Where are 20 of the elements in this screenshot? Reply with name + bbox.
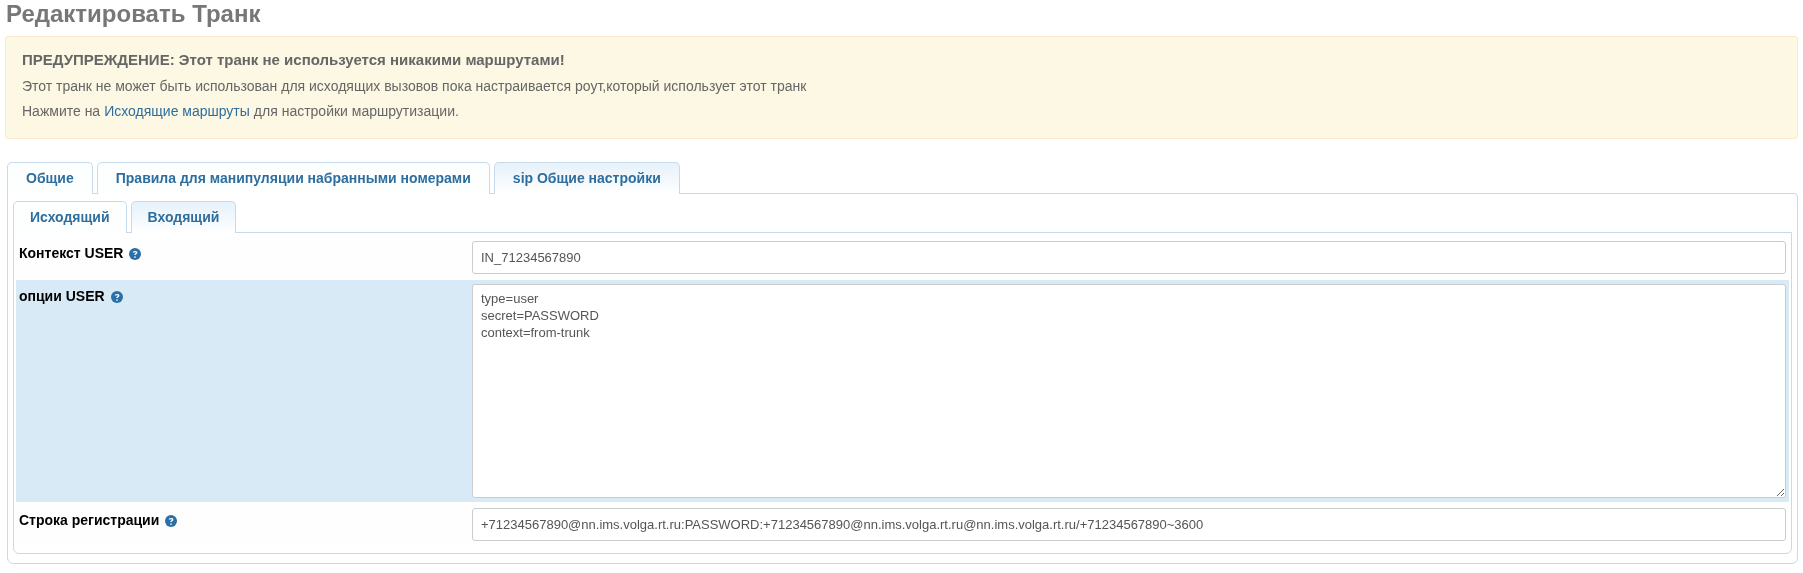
- text-field[interactable]: +71234567890@nn.ims.volga.rt.ru:PASSWORD:+71234567890@nn.ims.volga.rt.ru@nn.ims.volga.rt.ru/+71234567890~3600: [472, 508, 1786, 541]
- options-textarea[interactable]: type=user secret=PASSWORD context=from-trunk: [472, 284, 1786, 498]
- tab[interactable]: Общие: [7, 162, 93, 194]
- help-icon[interactable]: [110, 290, 123, 303]
- help-icon[interactable]: [165, 514, 178, 527]
- routes-link[interactable]: Исходящие маршруты: [104, 99, 250, 123]
- warning-text: Этот транк не может быть использован для исходящих вызовов пока настраивается роут,который использует этот транк: [22, 77, 808, 96]
- warning-hint: Нажмите на: [22, 102, 101, 121]
- tab[interactable]: sip Общие настройки: [493, 162, 680, 194]
- tab[interactable]: Исходящий: [13, 201, 127, 233]
- tab[interactable]: Правила для манипуляции набранными номерами: [96, 162, 490, 194]
- tab[interactable]: Входящий: [130, 201, 237, 233]
- page-title: Редактировать Транк: [5, 0, 262, 29]
- field-label: опции USER: [19, 287, 105, 306]
- warning-hint: для настройки маршрутизации.: [253, 102, 459, 121]
- text-field[interactable]: IN_71234567890: [472, 241, 1786, 274]
- field-label: Строка регистрации: [19, 511, 160, 530]
- help-icon[interactable]: [129, 247, 142, 260]
- warning-title: ПРЕДУПРЕЖДЕНИЕ: Этот транк не используется никакими маршрутами!: [22, 50, 566, 70]
- field-label: Контекст USER: [19, 244, 124, 263]
